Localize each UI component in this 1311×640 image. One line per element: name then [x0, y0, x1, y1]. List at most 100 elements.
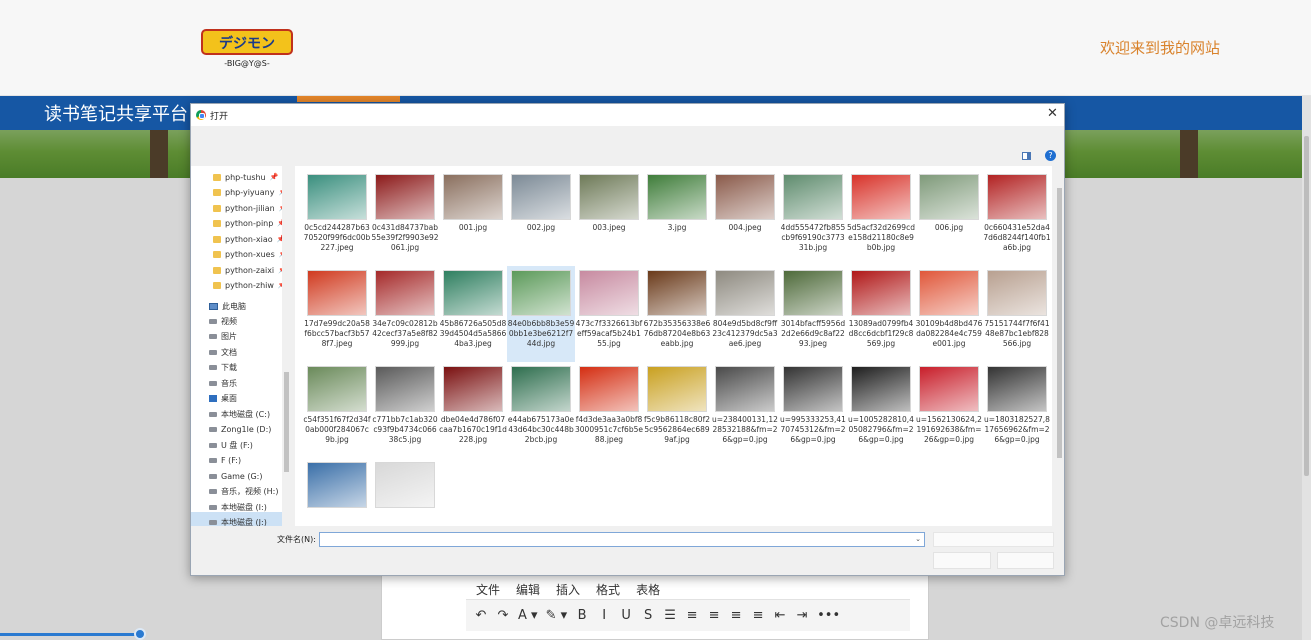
file-thumbnail: [987, 366, 1047, 412]
file-item[interactable]: 5d5acf32d2699cde158d21180c8e9b0b.jpg: [847, 170, 915, 266]
file-item[interactable]: c771bb7c1ab320c93f9b4734c06638c5.jpg: [371, 362, 439, 458]
nav-item[interactable]: 本地磁盘 (I:): [209, 500, 267, 514]
nav-scroll-thumb[interactable]: [284, 372, 289, 472]
filename-input[interactable]: ⌄: [319, 532, 925, 547]
page-scroll-thumb[interactable]: [1304, 136, 1309, 476]
nav-item[interactable]: python-zhiw📌: [213, 278, 287, 292]
nav-item[interactable]: 音乐，视频 (H:): [209, 484, 279, 498]
file-item[interactable]: 001.jpg: [439, 170, 507, 266]
file-item[interactable]: 3.jpg: [643, 170, 711, 266]
editor-menu-item[interactable]: 编辑: [516, 581, 540, 598]
nav-scrollbar[interactable]: [282, 166, 291, 526]
nav-item[interactable]: php-yiyuany📌: [213, 185, 287, 199]
editor-tool-button[interactable]: ≡: [685, 608, 699, 623]
file-scroll-thumb[interactable]: [1057, 188, 1062, 458]
chevron-down-icon[interactable]: ⌄: [915, 535, 921, 543]
editor-tool-button[interactable]: ✎ ▾: [546, 608, 568, 623]
nav-item[interactable]: python-xues📌: [213, 247, 287, 261]
progress-slider-knob[interactable]: [134, 628, 146, 640]
file-type-select[interactable]: [933, 532, 1054, 547]
nav-item[interactable]: php-tushu 📌: [213, 170, 278, 184]
file-item[interactable]: c54f351f67f2d34f0ab000f284067c9b.jpg: [303, 362, 371, 458]
file-item[interactable]: 672b35356338e676db87204e8b63eabb.jpg: [643, 266, 711, 362]
nav-item[interactable]: Game (G:): [209, 469, 263, 483]
editor-menu-item[interactable]: 表格: [636, 581, 660, 598]
file-item[interactable]: dbe04e4d786f07caa7b1670c19f1d228.jpg: [439, 362, 507, 458]
editor-tool-button[interactable]: U: [619, 608, 633, 623]
file-item[interactable]: u=238400131,1228532188&fm=26&gp=0.jpg: [711, 362, 779, 458]
open-button[interactable]: [933, 552, 991, 569]
nav-item[interactable]: 视频: [209, 314, 237, 328]
file-item[interactable]: 4dd555472fb855cb9f69190c377331b.jpg: [779, 170, 847, 266]
site-name[interactable]: 读书笔记共享平台: [44, 100, 188, 126]
nav-item[interactable]: 本地磁盘 (C:): [209, 407, 270, 421]
file-item[interactable]: 13089ad0799fb4d8cc6dcbf1f29c8569.jpg: [847, 266, 915, 362]
nav-item[interactable]: 此电脑: [209, 299, 246, 313]
file-item[interactable]: f5c9b86118c80f25c9562864ec6899af.jpg: [643, 362, 711, 458]
file-item[interactable]: 17d7e99dc20a58f6bcc57bacf3b578f7.jpeg: [303, 266, 371, 362]
file-item[interactable]: 0c660431e52da47d6d8244f140fb1a6b.jpg: [983, 170, 1051, 266]
file-item[interactable]: 30109b4d8bd476da082284e4c759e001.jpg: [915, 266, 983, 362]
file-item[interactable]: [303, 458, 371, 526]
editor-tool-button[interactable]: ☰: [663, 608, 677, 623]
editor-tool-button[interactable]: ↷: [496, 608, 510, 623]
file-item[interactable]: 003.jpeg: [575, 170, 643, 266]
editor-tool-button[interactable]: ⇥: [795, 608, 809, 623]
nav-item[interactable]: 图片: [209, 329, 237, 343]
editor-tool-button[interactable]: ≡: [751, 608, 765, 623]
file-item[interactable]: 804e9d5bd8cf9ff23c412379dc5a3ae6.jpeg: [711, 266, 779, 362]
nav-item[interactable]: python-zaixi📌: [213, 263, 287, 277]
file-item[interactable]: u=1803182527,817656962&fm=26&gp=0.jpg: [983, 362, 1051, 458]
editor-tool-button[interactable]: ≡: [729, 608, 743, 623]
file-item[interactable]: e44ab675173a0e43d64bc30c448b2bcb.jpg: [507, 362, 575, 458]
file-item[interactable]: 84e0b6bb8b3e590bb1e3be6212f744d.jpg: [507, 266, 575, 362]
nav-item[interactable]: U 盘 (F:): [209, 438, 253, 452]
nav-item[interactable]: python-pinp📌: [213, 216, 286, 230]
file-item[interactable]: 45b86726a505d839d4504d5a58664ba3.jpeg: [439, 266, 507, 362]
progress-slider[interactable]: [0, 633, 142, 636]
file-item[interactable]: 0c5cd244287b6370520f99f6dc00b227.jpeg: [303, 170, 371, 266]
file-item[interactable]: 0c431d84737bab55e39f2f9903e92061.jpg: [371, 170, 439, 266]
editor-tool-button[interactable]: ⇤: [773, 608, 787, 623]
nav-item[interactable]: 桌面: [209, 391, 237, 405]
nav-item[interactable]: F (F:): [209, 453, 241, 467]
editor-menu-item[interactable]: 格式: [596, 581, 620, 598]
file-item[interactable]: [371, 458, 439, 526]
nav-item[interactable]: 本地磁盘 (J:): [209, 515, 267, 526]
file-item[interactable]: 473c7f3326613bfeff59acaf5b24b155.jpg: [575, 266, 643, 362]
editor-menu-item[interactable]: 插入: [556, 581, 580, 598]
editor-tool-button[interactable]: ≡: [707, 608, 721, 623]
file-item[interactable]: 004.jpeg: [711, 170, 779, 266]
help-icon[interactable]: ?: [1045, 150, 1056, 161]
file-item[interactable]: 75151744f7f6f4148e87bc1ebf828566.jpg: [983, 266, 1051, 362]
nav-item[interactable]: python-jilian📌: [213, 201, 287, 215]
nav-item[interactable]: 下载: [209, 360, 237, 374]
file-item[interactable]: 006.jpg: [915, 170, 983, 266]
editor-tool-button[interactable]: ↶: [474, 608, 488, 623]
close-button[interactable]: ✕: [1047, 106, 1058, 121]
editor-tool-button[interactable]: A ▾: [518, 608, 538, 623]
rich-text-editor[interactable]: 文件 编辑 插入 格式 表格 ↶ ↷ A ▾ ✎ ▾ B I U S ☰ ≡ ≡ ≡ ≡ ⇤ ⇥ •••: [381, 574, 929, 640]
file-item[interactable]: u=1005282810,405082796&fm=26&gp=0.jpg: [847, 362, 915, 458]
file-item[interactable]: u=995333253,4170745312&fm=26&gp=0.jpg: [779, 362, 847, 458]
file-scrollbar[interactable]: [1055, 166, 1064, 526]
file-thumbnail: [919, 174, 979, 220]
nav-item[interactable]: 音乐: [209, 376, 237, 390]
view-options-icon[interactable]: [1022, 152, 1031, 160]
page-scrollbar[interactable]: [1302, 96, 1311, 640]
nav-item[interactable]: Zong1le (D:): [209, 422, 271, 436]
nav-item[interactable]: 文档: [209, 345, 237, 359]
editor-menu-item[interactable]: 文件: [476, 581, 500, 598]
editor-tool-button[interactable]: •••: [817, 608, 840, 623]
file-item[interactable]: 002.jpg: [507, 170, 575, 266]
nav-item[interactable]: python-xiao 📌: [213, 232, 285, 246]
file-item[interactable]: 3014bfacff5956d2d2e66d9c8af2293.jpeg: [779, 266, 847, 362]
editor-tool-button[interactable]: I: [597, 608, 611, 623]
editor-tool-button[interactable]: B: [575, 608, 589, 623]
welcome-link[interactable]: 欢迎来到我的网站: [1100, 37, 1220, 58]
file-item[interactable]: 34e7c09c02812b42cecf37a5e8f82999.jpg: [371, 266, 439, 362]
cancel-button[interactable]: [997, 552, 1054, 569]
file-item[interactable]: f4d3de3aa3a0bf83000951c7cf6b5e88.jpeg: [575, 362, 643, 458]
editor-tool-button[interactable]: S: [641, 608, 655, 623]
file-item[interactable]: u=1562130624,2191692638&fm=26&gp=0.jpg: [915, 362, 983, 458]
